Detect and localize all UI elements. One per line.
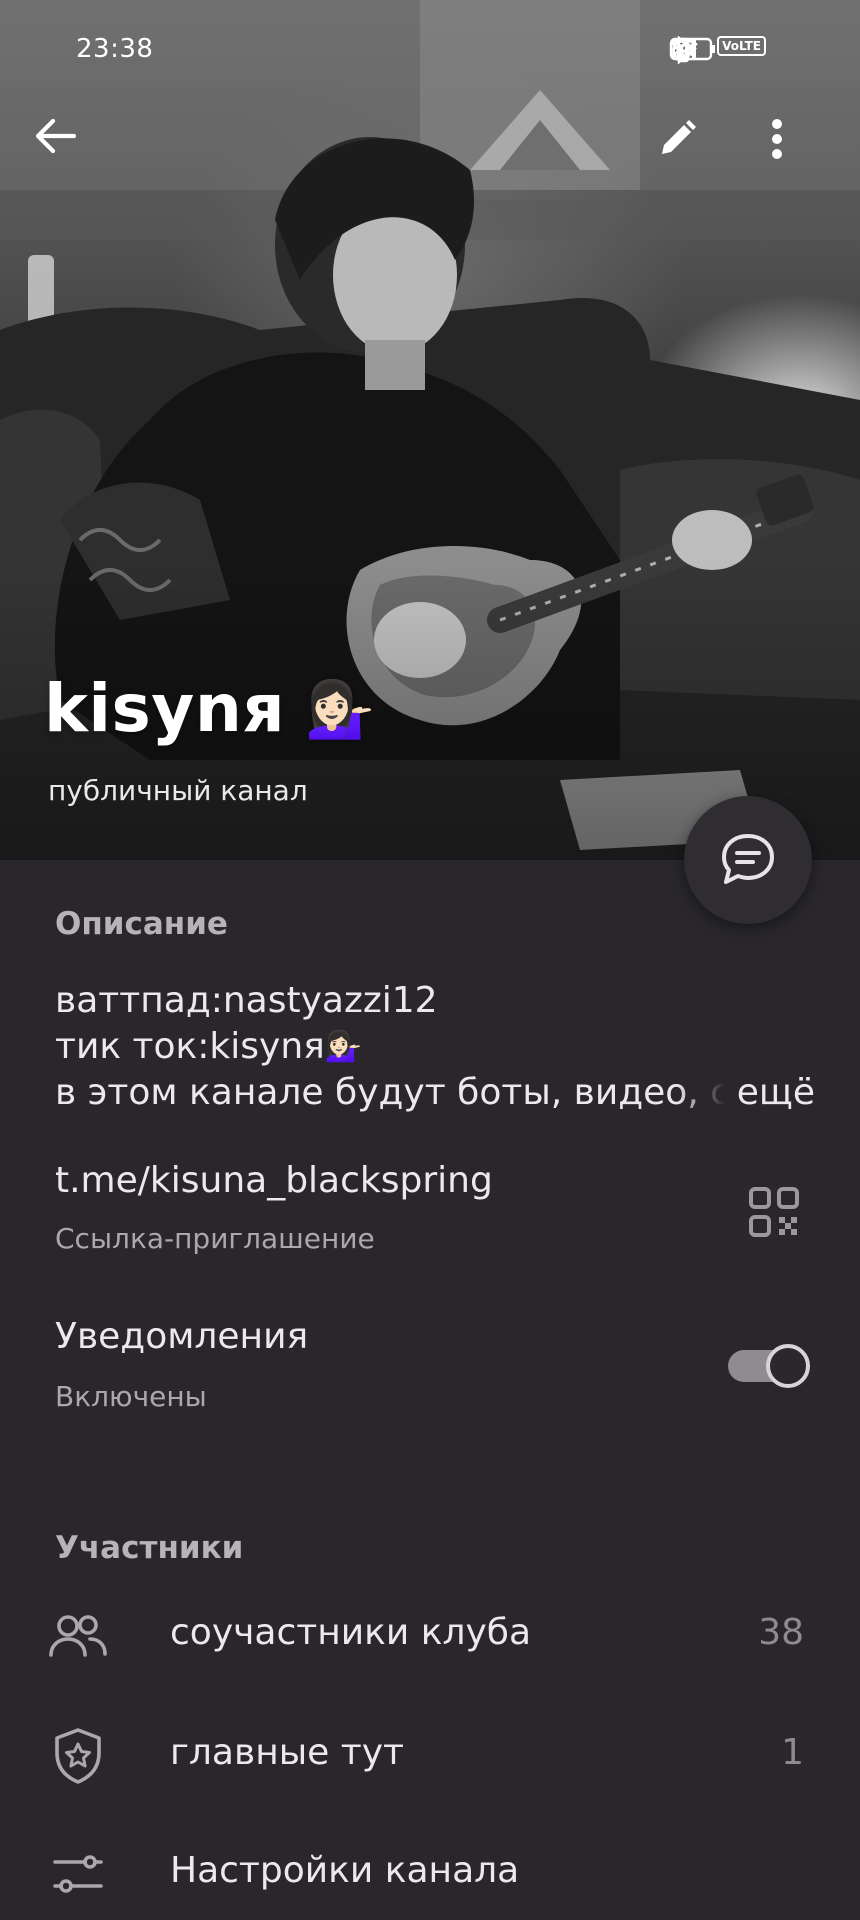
- channel-settings-label: Настройки канала: [170, 1850, 520, 1891]
- qr-code-button[interactable]: [748, 1186, 800, 1238]
- description-line-2: тик ток:kisynя: [55, 1026, 325, 1067]
- edit-button[interactable]: [656, 118, 720, 182]
- invite-link-label: Ссылка-приглашение: [55, 1222, 375, 1255]
- channel-name: kisynя: [44, 670, 286, 747]
- description-emoji: 💁🏻‍♀️: [324, 1029, 363, 1064]
- description-line: ваттпад:nastyazzi12: [55, 978, 815, 1024]
- description-section-title: Описание: [55, 906, 228, 942]
- invite-link-url[interactable]: t.me/kisuna_blackspring: [55, 1160, 493, 1201]
- notifications-status: Включены: [55, 1380, 207, 1413]
- list-item-admins[interactable]: главные тут 1: [0, 1706, 860, 1806]
- status-bar: 23:38 VoLTE: [0, 28, 860, 72]
- description-line-3: в этом канале будут боты, видео, сп: [55, 1072, 754, 1113]
- admins-count: 1: [781, 1732, 804, 1773]
- channel-title-emoji: 💁🏻‍♀️: [305, 676, 376, 742]
- pencil-icon: [662, 120, 696, 154]
- notifications-toggle[interactable]: [728, 1344, 810, 1388]
- description-line: тик ток:kisynя 💁🏻‍♀️: [55, 1024, 815, 1070]
- more-options-button[interactable]: [770, 118, 834, 182]
- members-section-title: Участники: [55, 1530, 244, 1566]
- back-button[interactable]: [34, 118, 98, 182]
- channel-cover-photo: 23:38 VoLTE: [0, 0, 860, 860]
- members-label: соучастники клуба: [170, 1612, 532, 1653]
- description-line-1: ваттпад:nastyazzi12: [55, 980, 438, 1021]
- admins-label: главные тут: [170, 1732, 404, 1773]
- channel-type: публичный канал: [48, 774, 308, 807]
- people-icon: [48, 1608, 108, 1664]
- more-vertical-icon: [772, 119, 782, 159]
- invite-link-row[interactable]: t.me/kisuna_blackspring Ссылка-приглашен…: [0, 1150, 860, 1270]
- members-count: 38: [758, 1612, 804, 1653]
- description-line: в этом канале будут боты, видео, сп ещё: [55, 1070, 815, 1116]
- channel-info-screen: 23:38 VoLTE: [0, 0, 860, 1920]
- toggle-thumb: [766, 1344, 810, 1388]
- settings-sliders-icon: [48, 1846, 108, 1902]
- volte-badge: VoLTE: [717, 36, 766, 56]
- qr-code-icon: [749, 1187, 799, 1237]
- show-more-link[interactable]: ещё: [676, 1070, 815, 1116]
- admin-shield-icon: [48, 1728, 108, 1784]
- notifications-title: Уведомления: [55, 1316, 309, 1357]
- status-icons: VoLTE: [669, 36, 790, 64]
- discussion-button[interactable]: [684, 796, 812, 924]
- list-item-members[interactable]: соучастники клуба 38: [0, 1586, 860, 1686]
- description-text: ваттпад:nastyazzi12 тик ток:kisynя 💁🏻‍♀️ …: [55, 978, 815, 1116]
- arrow-left-icon: [35, 118, 76, 154]
- status-time: 23:38: [76, 34, 154, 64]
- chat-bubble-icon: [722, 834, 774, 884]
- list-item-channel-settings[interactable]: Настройки канала: [0, 1824, 860, 1920]
- notifications-row[interactable]: Уведомления Включены: [0, 1310, 860, 1430]
- channel-title: kisynя 💁🏻‍♀️: [44, 670, 375, 747]
